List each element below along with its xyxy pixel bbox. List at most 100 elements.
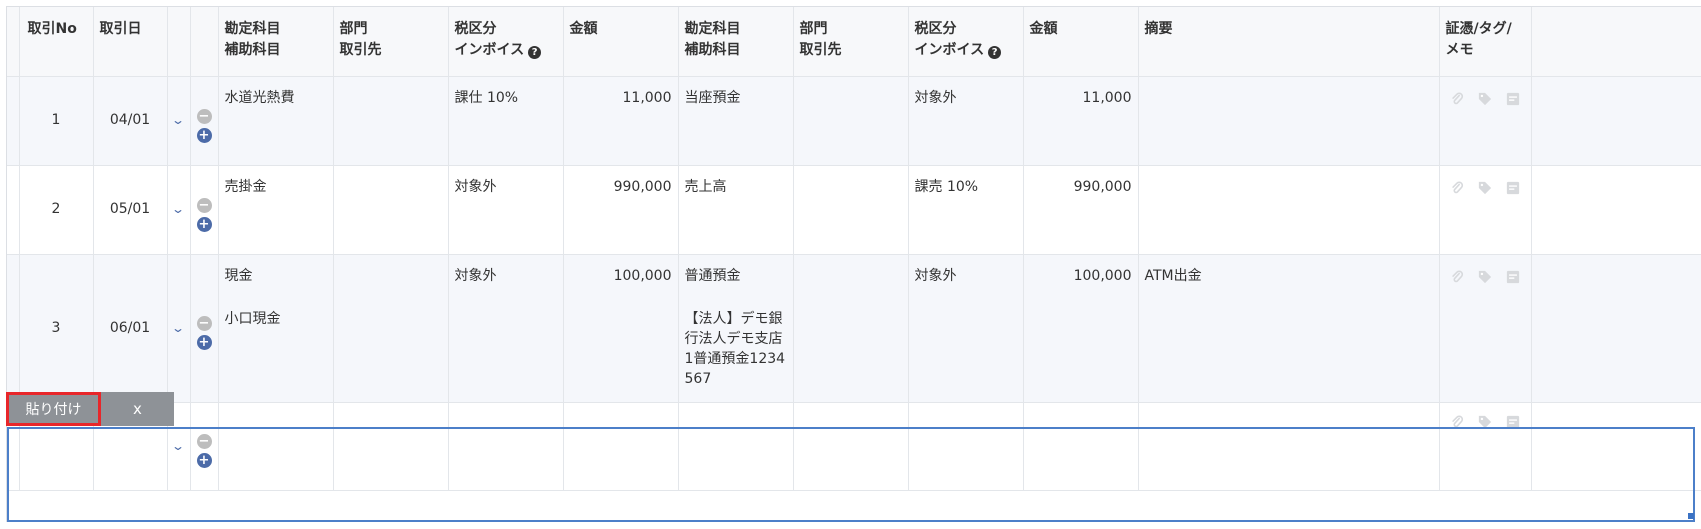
cell-extra bbox=[1531, 76, 1701, 166]
cell-credit-account[interactable]: 売上高 bbox=[678, 165, 794, 255]
cell-debit-amount[interactable]: 11,000 bbox=[563, 76, 679, 166]
header-line-ctrl bbox=[190, 7, 219, 77]
cell-memo[interactable] bbox=[1138, 165, 1440, 255]
plus-circle-icon[interactable]: + bbox=[196, 127, 212, 143]
cell-debit-tax[interactable] bbox=[448, 402, 564, 491]
cell-debit-tax[interactable]: 課仕 10% bbox=[448, 76, 564, 166]
chevron-down-icon[interactable]: ⌄ bbox=[171, 110, 185, 131]
close-paste-button[interactable]: x bbox=[101, 392, 174, 426]
table-row: 1 04/01 ⌄ − + 水道光熱費 課仕 10% 11,000 当座預金 対… bbox=[7, 76, 1701, 166]
cell-evidence bbox=[1439, 76, 1532, 166]
cell-credit-account[interactable]: 当座預金 bbox=[678, 76, 794, 166]
row-spacer bbox=[7, 76, 20, 166]
paperclip-icon[interactable] bbox=[1450, 270, 1464, 284]
note-icon[interactable] bbox=[1506, 270, 1520, 284]
table-row: 2 05/01 ⌄ − + 売掛金 対象外 990,000 売上高 課売 10%… bbox=[7, 165, 1701, 255]
cell-no: 1 bbox=[19, 76, 94, 166]
expand-cell[interactable]: ⌄ bbox=[167, 254, 191, 403]
chevron-down-icon[interactable]: ⌄ bbox=[171, 436, 185, 457]
cell-credit-amount[interactable]: 11,000 bbox=[1023, 76, 1139, 166]
journal-table-frame: 取引No 取引日 勘定科目 補助科目 部門 取引先 税区分 インボイス? 金額 … bbox=[6, 6, 1701, 522]
chevron-down-icon[interactable]: ⌄ bbox=[171, 318, 185, 339]
cell-date[interactable]: 06/01 bbox=[93, 254, 168, 403]
chevron-down-icon[interactable]: ⌄ bbox=[171, 199, 185, 220]
line-ctrl-cell: − + bbox=[190, 76, 219, 166]
cell-credit-tax[interactable]: 課売 10% bbox=[908, 165, 1024, 255]
cell-credit-account[interactable] bbox=[678, 402, 794, 491]
cell-credit-tax[interactable] bbox=[908, 402, 1024, 491]
cell-debit-amount[interactable]: 990,000 bbox=[563, 165, 679, 255]
cell-credit-amount[interactable] bbox=[1023, 402, 1139, 491]
cell-no: 3 bbox=[19, 254, 94, 403]
cell-debit-account[interactable] bbox=[218, 402, 334, 491]
tag-icon[interactable] bbox=[1478, 181, 1492, 195]
cell-credit-dept[interactable] bbox=[793, 402, 909, 491]
tag-icon[interactable] bbox=[1478, 415, 1492, 429]
cell-date[interactable]: 05/01 bbox=[93, 165, 168, 255]
cell-credit-dept[interactable] bbox=[793, 165, 909, 255]
minus-circle-icon[interactable]: − bbox=[196, 197, 212, 213]
expand-cell[interactable]: ⌄ bbox=[167, 76, 191, 166]
header-debit-amount: 金額 bbox=[563, 7, 679, 77]
cell-credit-account[interactable]: 普通預金 【法人】デモ銀行法人デモ支店1普通預金1234567 bbox=[678, 254, 794, 403]
cell-evidence bbox=[1439, 254, 1532, 403]
paperclip-icon[interactable] bbox=[1450, 181, 1464, 195]
cell-debit-tax[interactable]: 対象外 bbox=[448, 165, 564, 255]
cell-memo[interactable] bbox=[1138, 76, 1440, 166]
cell-memo[interactable]: ATM出金 bbox=[1138, 254, 1440, 403]
paperclip-icon[interactable] bbox=[1450, 415, 1464, 429]
cell-credit-tax[interactable]: 対象外 bbox=[908, 254, 1024, 403]
cell-memo[interactable] bbox=[1138, 402, 1440, 491]
question-circle-icon[interactable]: ? bbox=[528, 46, 542, 59]
note-icon[interactable] bbox=[1506, 181, 1520, 195]
header-extra bbox=[1531, 7, 1701, 77]
minus-circle-icon[interactable]: − bbox=[196, 434, 212, 449]
plus-circle-icon[interactable]: + bbox=[196, 453, 212, 468]
resize-handle[interactable] bbox=[1688, 513, 1694, 519]
note-icon[interactable] bbox=[1506, 415, 1520, 429]
expand-cell[interactable]: ⌄ bbox=[167, 165, 191, 255]
line-ctrl-cell: − + bbox=[190, 402, 219, 491]
debit-sub-account: 小口現金 bbox=[224, 310, 281, 327]
table-row-new: ⌄ − + bbox=[7, 402, 1701, 491]
journal-table: 取引No 取引日 勘定科目 補助科目 部門 取引先 税区分 インボイス? 金額 … bbox=[7, 7, 1701, 491]
line-ctrl-cell: − + bbox=[190, 254, 219, 403]
cell-debit-amount[interactable] bbox=[563, 402, 679, 491]
cell-extra bbox=[1531, 254, 1701, 403]
cell-credit-dept[interactable] bbox=[793, 76, 909, 166]
header-expand bbox=[167, 7, 191, 77]
line-ctrl-cell: − + bbox=[190, 165, 219, 255]
cell-date[interactable]: 04/01 bbox=[93, 76, 168, 166]
credit-sub-account: 【法人】デモ銀行法人デモ支店1普通預金1234567 bbox=[684, 310, 786, 387]
cell-credit-amount[interactable]: 100,000 bbox=[1023, 254, 1139, 403]
paste-button[interactable]: 貼り付け bbox=[6, 392, 101, 426]
cell-debit-amount[interactable]: 100,000 bbox=[563, 254, 679, 403]
cell-debit-dept[interactable] bbox=[333, 76, 449, 166]
tag-icon[interactable] bbox=[1478, 92, 1492, 106]
cell-credit-dept[interactable] bbox=[793, 254, 909, 403]
minus-circle-icon[interactable]: − bbox=[196, 108, 212, 124]
minus-circle-icon[interactable]: − bbox=[196, 316, 212, 331]
header-credit-account: 勘定科目 補助科目 bbox=[678, 7, 794, 77]
plus-circle-icon[interactable]: + bbox=[196, 335, 212, 350]
paperclip-icon[interactable] bbox=[1450, 92, 1464, 106]
cell-debit-dept[interactable] bbox=[333, 402, 449, 491]
question-circle-icon[interactable]: ? bbox=[988, 46, 1002, 59]
cell-debit-account[interactable]: 水道光熱費 bbox=[218, 76, 334, 166]
cell-debit-account[interactable]: 現金 小口現金 bbox=[218, 254, 334, 403]
cell-credit-tax[interactable]: 対象外 bbox=[908, 76, 1024, 166]
cell-extra bbox=[1531, 165, 1701, 255]
tag-icon[interactable] bbox=[1478, 270, 1492, 284]
cell-debit-dept[interactable] bbox=[333, 165, 449, 255]
cell-credit-amount[interactable]: 990,000 bbox=[1023, 165, 1139, 255]
cell-extra bbox=[1531, 402, 1701, 491]
cell-debit-tax[interactable]: 対象外 bbox=[448, 254, 564, 403]
header-debit-tax: 税区分 インボイス? bbox=[448, 7, 564, 77]
table-row: 3 06/01 ⌄ − + 現金 小口現金 対象外 100,000 普通預金 【… bbox=[7, 254, 1701, 403]
cell-debit-account[interactable]: 売掛金 bbox=[218, 165, 334, 255]
header-row: 取引No 取引日 勘定科目 補助科目 部門 取引先 税区分 インボイス? 金額 … bbox=[7, 7, 1701, 77]
note-icon[interactable] bbox=[1506, 92, 1520, 106]
header-credit-dept: 部門 取引先 bbox=[793, 7, 909, 77]
plus-circle-icon[interactable]: + bbox=[196, 216, 212, 232]
cell-debit-dept[interactable] bbox=[333, 254, 449, 403]
